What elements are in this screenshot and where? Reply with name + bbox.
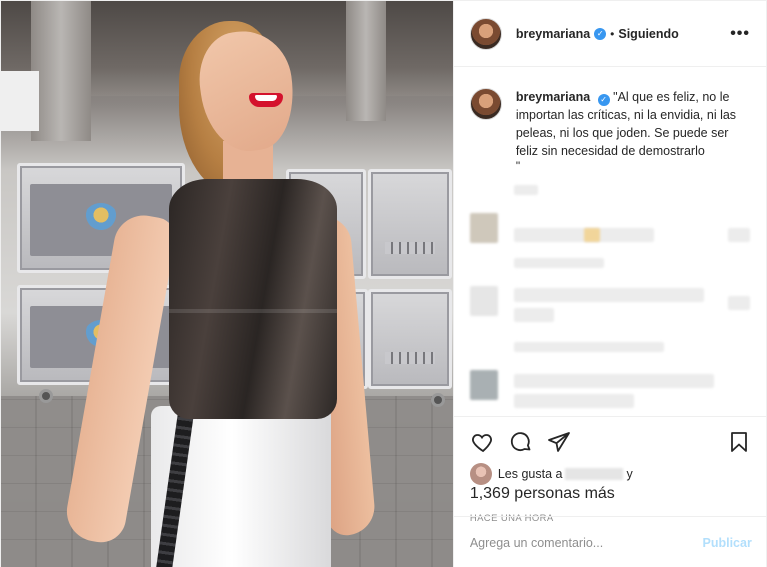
blurred-meta	[513, 342, 664, 352]
blurred-comment	[513, 288, 704, 302]
road-case	[368, 289, 452, 389]
add-comment-bar: Agrega un comentario... Publicar	[453, 516, 767, 567]
post-photo[interactable]	[1, 1, 453, 567]
blurred-emoji	[583, 228, 600, 242]
liker-avatar	[469, 463, 492, 485]
likes-suffix: y	[626, 467, 633, 481]
publish-button[interactable]: Publicar	[702, 536, 751, 550]
blurred-comment	[513, 374, 714, 388]
comment-input[interactable]: Agrega un comentario...	[470, 536, 603, 550]
separator: •	[610, 26, 615, 41]
likes-count[interactable]: 1,369 personas más	[470, 485, 752, 503]
blurred-avatar	[469, 370, 498, 400]
bookmark-icon[interactable]	[726, 429, 752, 455]
caption-text: breymariana ✓ "Al que es feliz, no le im…	[516, 88, 752, 160]
avatar[interactable]	[469, 88, 502, 120]
blurred-meta	[513, 258, 604, 268]
post-actions: Les gusta a y 1,369 personas más HACE UN…	[453, 416, 767, 524]
case-wheel	[39, 389, 53, 403]
blurred-comment	[513, 394, 634, 408]
post-caption: breymariana ✓ "Al que es feliz, no le im…	[469, 88, 752, 160]
heart-icon[interactable]	[470, 429, 496, 455]
verified-icon: ✓	[597, 94, 610, 106]
photo-pillar	[31, 1, 91, 141]
woman-smile	[255, 95, 277, 101]
header-username[interactable]: breymariana	[516, 27, 590, 41]
caption-username[interactable]: breymariana	[516, 90, 590, 104]
photo-pillar	[346, 1, 386, 121]
comment-icon[interactable]	[508, 429, 534, 455]
post-side-panel: breymariana ✓ • Siguiendo ••• breymarian…	[452, 1, 767, 567]
blurred-avatar	[469, 286, 498, 316]
woman-leather-top	[169, 179, 337, 419]
likes-prefix: Les gusta a	[497, 467, 563, 481]
blurred-comment	[513, 308, 554, 322]
blurred-text	[513, 185, 538, 195]
blurred-avatar	[469, 213, 498, 243]
comments-list[interactable]: breymariana ✓ "Al que es feliz, no le im…	[454, 68, 767, 416]
avatar[interactable]	[469, 17, 502, 50]
caption-tail: "	[515, 159, 521, 173]
action-bar	[470, 425, 752, 459]
blurred-liker-name	[565, 468, 624, 480]
share-icon[interactable]	[546, 429, 572, 455]
case-wheel	[431, 393, 445, 407]
instagram-post-modal: breymariana ✓ • Siguiendo ••• breymarian…	[0, 0, 767, 567]
verified-icon: ✓	[594, 27, 607, 40]
more-options-icon[interactable]: •••	[730, 25, 750, 43]
likes-summary[interactable]: Les gusta a y	[469, 463, 752, 485]
post-header: breymariana ✓ • Siguiendo •••	[453, 1, 766, 67]
blurred-like	[727, 228, 750, 242]
blurred-like	[727, 296, 750, 310]
following-button[interactable]: Siguiendo	[618, 27, 678, 41]
road-case	[368, 169, 452, 279]
photo-window	[1, 71, 39, 131]
